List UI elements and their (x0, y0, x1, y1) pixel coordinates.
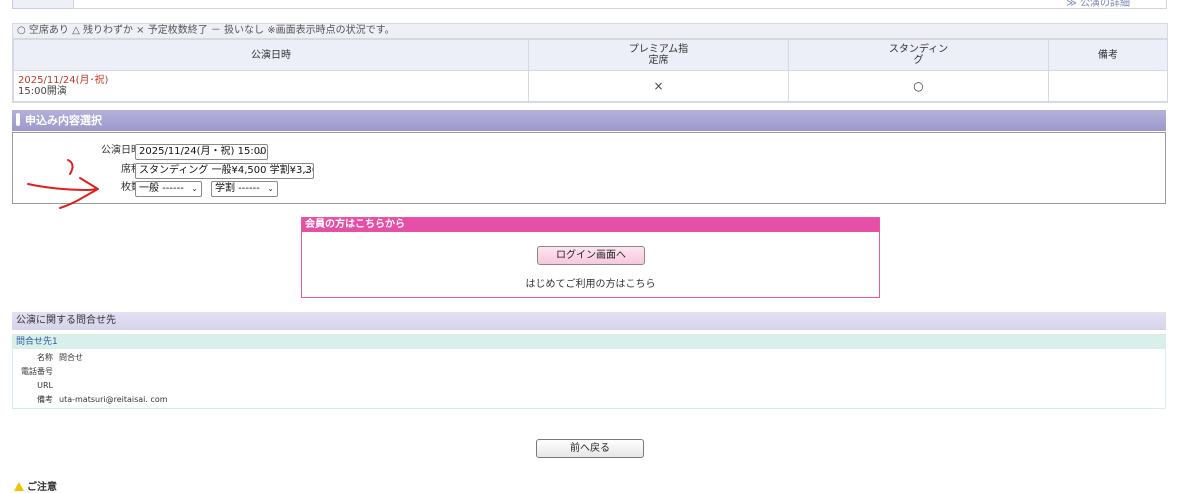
contact-subheader: 問合せ先1 (13, 335, 1165, 349)
date-select[interactable]: 2025/11/24(月・祝) 15:00開演⌄ (135, 144, 268, 160)
general-quantity-select[interactable]: 一般 ------ ⌄ (135, 181, 202, 197)
top-left-cell (12, 0, 74, 9)
contact-section-header: 公演に関する問合せ先 (12, 312, 1166, 330)
header-bar-icon (16, 113, 20, 126)
chevron-down-icon: ⌄ (303, 166, 310, 175)
premium-status: × (528, 70, 789, 102)
col-header-standing: スタンディン グ (788, 39, 1049, 71)
top-strip: ≫ 公演の詳細 (0, 0, 1199, 12)
selection-section-header: 申込み内容選択 (12, 110, 1166, 131)
notice-heading: ご注意 (14, 478, 57, 493)
standing-status: ○ (788, 70, 1049, 102)
back-button[interactable]: 前へ戻る (536, 439, 644, 458)
member-login-box: 会員の方はこちらから ログイン画面へ はじめてご利用の方はこちら (301, 217, 880, 298)
performance-date-cell: 2025/11/24(月･祝) 15:00開演 (13, 70, 529, 102)
performance-time: 15:00開演 (18, 86, 67, 97)
chevron-down-icon: ⌄ (257, 147, 264, 156)
top-right-cell: ≫ 公演の詳細 (73, 0, 1167, 9)
performance-detail-link[interactable]: ≫ 公演の詳細 (1066, 0, 1130, 9)
table-row: 2025/11/24(月･祝) 15:00開演 × ○ (13, 70, 1168, 102)
student-quantity-select[interactable]: 学割 ------ ⌄ (211, 181, 278, 197)
chevron-down-icon: ⌄ (191, 184, 198, 193)
member-box-header: 会員の方はこちらから (302, 218, 879, 232)
first-time-user-link[interactable]: はじめてご利用の方はこちら (302, 275, 879, 290)
chevron-down-icon: ⌄ (267, 184, 274, 193)
availability-table: ○ 空席あり △ 残りわずか × 予定枚数終了 － 扱いなし ※画面表示時点の状… (12, 23, 1168, 103)
contact-box: 問合せ先1 名称 問合せ 電話番号 URL 備考 uta-matsuri@reita… (12, 334, 1166, 409)
col-header-premium: プレミアム指 定席 (528, 39, 789, 71)
red-arrow-annotation (27, 159, 99, 209)
login-button[interactable]: ログイン画面へ (537, 246, 645, 265)
col-header-date: 公演日時 (13, 39, 529, 71)
selection-form: 公演日時 2025/11/24(月・祝) 15:00開演⌄ 席種 スタンディング… (12, 132, 1166, 204)
seat-type-select[interactable]: スタンディング 一般¥4,500 学割¥3,300 ⌄ (135, 163, 314, 179)
table-header-row: 公演日時 プレミアム指 定席 スタンディン グ 備考 (13, 39, 1168, 71)
performance-date: 2025/11/24(月･祝) (18, 75, 109, 86)
availability-legend: ○ 空席あり △ 残りわずか × 予定枚数終了 － 扱いなし ※画面表示時点の状… (13, 24, 1167, 39)
col-header-note: 備考 (1048, 39, 1168, 71)
note-cell (1048, 70, 1168, 102)
